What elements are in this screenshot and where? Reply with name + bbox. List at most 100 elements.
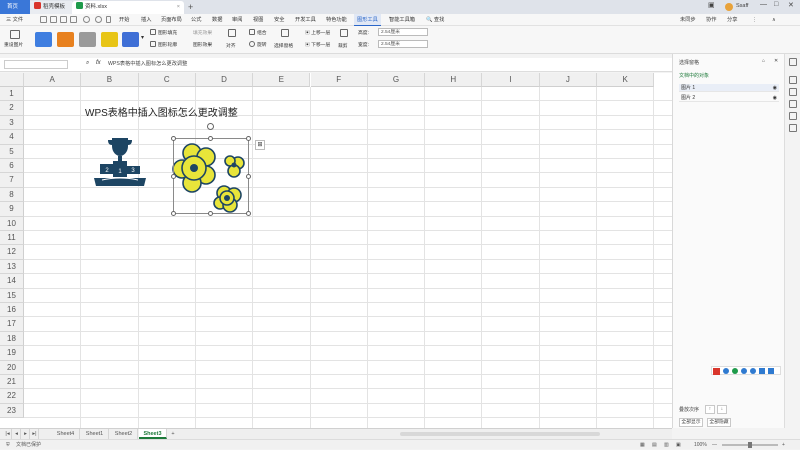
preview-icon[interactable]	[70, 16, 77, 23]
format-icon[interactable]	[789, 112, 797, 120]
select-all-corner[interactable]	[0, 73, 24, 87]
eye-icon[interactable]: ◉	[773, 84, 777, 92]
formula-input[interactable]: WPS表格中插入图标怎么更改调整	[108, 60, 187, 69]
name-box[interactable]	[4, 60, 68, 69]
menu-developer[interactable]: 开发工具	[295, 14, 316, 26]
shape-effect-button[interactable]: 图形效果	[193, 41, 212, 48]
row-header-23[interactable]: 23	[0, 403, 24, 419]
styles-icon[interactable]	[789, 88, 797, 96]
row-header-3[interactable]: 3	[0, 115, 24, 131]
selection-pane-button[interactable]: 选择窗格	[274, 42, 293, 49]
swatch-more-icon[interactable]: ▾	[141, 34, 144, 41]
horizontal-scrollbar[interactable]	[400, 432, 600, 436]
width-input[interactable]: 2.54厘米	[378, 40, 428, 48]
new-tab-button[interactable]: +	[188, 1, 193, 13]
row-header-19[interactable]: 19	[0, 346, 24, 361]
row-header-17[interactable]: 17	[0, 317, 24, 332]
resize-handle-ne[interactable]	[246, 136, 251, 141]
zoom-magnifier-icon[interactable]: ⌕	[86, 60, 89, 67]
pane-settings-icon[interactable]: ⌂	[762, 58, 765, 64]
properties-icon[interactable]	[789, 76, 797, 84]
style-swatch-darkblue[interactable]	[122, 32, 139, 47]
sync-status[interactable]: 未同步	[680, 14, 696, 26]
row-header-9[interactable]: 9	[0, 202, 24, 217]
menu-review[interactable]: 审阅	[232, 14, 242, 26]
menu-view[interactable]: 视图	[253, 14, 263, 26]
next-sheet-icon[interactable]: ▸	[22, 429, 30, 439]
row-header-11[interactable]: 11	[0, 231, 24, 246]
menu-data[interactable]: 数据	[212, 14, 222, 26]
cursor-icon[interactable]	[789, 58, 797, 66]
backup-icon[interactable]	[789, 124, 797, 132]
add-sheet-button[interactable]: +	[168, 429, 178, 439]
fill-effect-button[interactable]: 填充效果	[193, 29, 212, 36]
fx-icon[interactable]: fx	[96, 60, 101, 66]
tool-icon-1[interactable]	[723, 368, 729, 374]
send-backward-button[interactable]: ▣ 下移一层	[305, 41, 330, 48]
column-header-f[interactable]: F	[310, 73, 368, 87]
shape-fill-button[interactable]: 图形填充	[158, 29, 177, 36]
column-header-i[interactable]: I	[482, 73, 540, 87]
style-swatch-yellow[interactable]	[101, 32, 118, 47]
menu-formula[interactable]: 公式	[191, 14, 201, 26]
row-header-6[interactable]: 6	[0, 159, 24, 174]
close-tab-icon[interactable]: ×	[177, 1, 180, 14]
maximize-button[interactable]: □	[774, 1, 778, 8]
row-header-13[interactable]: 13	[0, 259, 24, 275]
show-all-button[interactable]: 全部显示	[679, 418, 703, 427]
eye-icon[interactable]: ◉	[773, 94, 777, 102]
tool-icon-3[interactable]	[741, 368, 747, 374]
user-name[interactable]: Ssaff	[736, 3, 748, 9]
style-swatch-gray[interactable]	[79, 32, 96, 47]
menu-smart-toolbox[interactable]: 智能工具箱	[389, 14, 415, 26]
menu-page-layout[interactable]: 页面布局	[161, 14, 182, 26]
row-header-10[interactable]: 10	[0, 216, 24, 231]
row-header-8[interactable]: 8	[0, 187, 24, 203]
pane-close-icon[interactable]: ✕	[774, 58, 778, 64]
last-sheet-icon[interactable]: ▸|	[31, 429, 39, 439]
menu-search[interactable]: 🔍 查找	[426, 14, 444, 26]
resize-handle-sw[interactable]	[171, 211, 176, 216]
resize-handle-w[interactable]	[171, 174, 176, 179]
row-header-7[interactable]: 7	[0, 173, 24, 188]
share-button[interactable]: 分享	[727, 14, 737, 26]
zoom-slider-thumb[interactable]	[748, 442, 752, 448]
tool-icon-2[interactable]	[732, 368, 738, 374]
shapes-icon[interactable]	[789, 100, 797, 108]
layout-options-icon[interactable]: ⊞	[255, 140, 265, 150]
row-header-1[interactable]: 1	[0, 87, 24, 102]
row-header-20[interactable]: 20	[0, 360, 24, 375]
row-header-16[interactable]: 16	[0, 303, 24, 318]
menu-home[interactable]: 开始	[119, 14, 129, 26]
row-header-5[interactable]: 5	[0, 144, 24, 159]
tool-icon-6[interactable]	[768, 368, 774, 374]
menu-insert[interactable]: 插入	[141, 14, 151, 26]
object-row-2[interactable]: 图片 2 ◉	[679, 94, 779, 102]
open-icon[interactable]	[50, 16, 57, 23]
title-cell[interactable]: WPS表格中插入图标怎么更改调整	[85, 104, 238, 119]
menu-picture-tools[interactable]: 图形工具	[354, 14, 381, 26]
row-header-4[interactable]: 4	[0, 130, 24, 145]
height-input[interactable]: 2.54厘米	[378, 28, 428, 36]
group-button[interactable]: 组合	[257, 29, 267, 36]
rotate-handle-icon[interactable]	[207, 123, 214, 130]
tab-docer[interactable]: 稻壳模板	[30, 1, 72, 14]
shape-outline-button[interactable]: 图形轮廓	[158, 41, 177, 48]
save-icon[interactable]	[40, 16, 47, 23]
column-header-k[interactable]: K	[597, 73, 655, 87]
notification-icon[interactable]: ▣	[708, 1, 715, 9]
redo-icon[interactable]	[95, 16, 102, 23]
close-window-button[interactable]: ✕	[788, 1, 794, 9]
resize-handle-e[interactable]	[246, 174, 251, 179]
resize-handle-se[interactable]	[246, 211, 251, 216]
reset-picture-button[interactable]: 重设图片	[4, 41, 23, 48]
column-header-c[interactable]: C	[138, 73, 196, 87]
column-header-b[interactable]: B	[81, 73, 139, 87]
minimize-button[interactable]: —	[760, 1, 767, 8]
sheet-tab-sheet2[interactable]: Sheet2	[110, 429, 138, 439]
align-button[interactable]: 对齐	[226, 42, 236, 49]
object-row-1[interactable]: 图片 1 ◉	[679, 84, 779, 92]
wps-logo-icon[interactable]	[713, 368, 720, 375]
more-icon[interactable]: ⋮	[752, 14, 757, 26]
column-header-a[interactable]: A	[24, 73, 82, 87]
